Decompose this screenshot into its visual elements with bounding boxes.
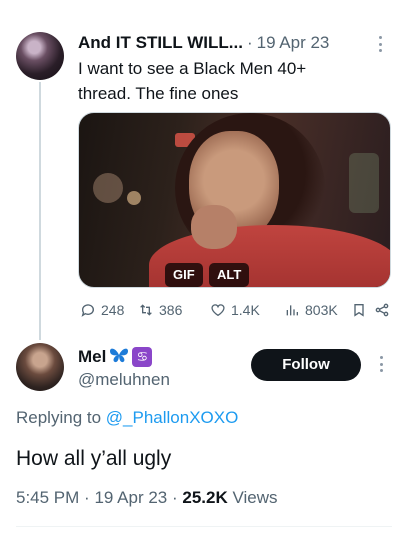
views-button[interactable]: 803K (284, 298, 338, 322)
like-button[interactable]: 1.4K (210, 298, 260, 322)
tweet-media-gif[interactable]: GIF ALT (78, 112, 391, 288)
thread-connector-line (39, 82, 41, 340)
tweet-header: And IT STILL WILL... · 19 Apr 23 (78, 32, 378, 54)
avatar[interactable] (16, 343, 64, 391)
like-count: 1.4K (231, 302, 260, 318)
background-light (127, 191, 141, 205)
tweet-time[interactable]: 5:45 PM (16, 488, 79, 507)
gif-badge: GIF (165, 263, 203, 287)
reply-count: 248 (101, 302, 125, 318)
divider (16, 526, 392, 527)
replying-to: Replying to @_PhallonXOXO (16, 408, 238, 428)
butterfly-icon (109, 346, 129, 369)
alt-text-badge[interactable]: ALT (209, 263, 250, 287)
separator: · (84, 488, 90, 507)
tweet-date[interactable]: 19 Apr 23 (257, 33, 330, 53)
retweet-button[interactable]: 386 (138, 298, 182, 322)
reply-button[interactable]: 248 (80, 298, 124, 322)
tweet-text: How all y’all ugly (16, 447, 172, 470)
views-chart-icon (286, 305, 298, 316)
replying-to-link[interactable]: @_PhallonXOXO (106, 408, 239, 427)
replying-prefix: Replying to (16, 408, 102, 427)
share-icon (375, 303, 389, 317)
share-button[interactable] (374, 298, 390, 322)
display-name[interactable]: Mel (78, 347, 106, 367)
more-options-icon[interactable] (373, 36, 387, 52)
media-figure-hand (191, 205, 237, 249)
tweet-text-line: I want to see a Black Men 40+ (78, 59, 307, 78)
display-name-row: Mel ♋ (78, 346, 153, 369)
views-label: Views (232, 488, 278, 507)
handle[interactable]: @meluhnen (78, 370, 170, 390)
retweet-count: 386 (159, 302, 183, 318)
separator: · (246, 33, 253, 52)
tweet-actions: 248 386 1.4K 803K (78, 298, 390, 322)
bookmark-icon (354, 304, 364, 317)
retweet-icon (140, 304, 152, 316)
follow-button[interactable]: Follow (251, 349, 361, 381)
tweet-meta: 5:45 PM · 19 Apr 23 · 25.2K Views (16, 488, 278, 508)
more-options-icon[interactable] (374, 356, 388, 372)
tweet-date[interactable]: 19 Apr 23 (94, 488, 167, 507)
heart-icon (211, 304, 225, 317)
cancer-sign-icon: ♋ (132, 347, 153, 367)
reply-icon (81, 304, 94, 317)
display-name[interactable]: And IT STILL WILL... (78, 33, 243, 53)
tweet-text-line: thread. The fine ones (78, 84, 239, 103)
avatar[interactable] (16, 32, 64, 80)
tweet-text: I want to see a Black Men 40+ thread. Th… (78, 56, 378, 106)
views-count[interactable]: 25.2K (182, 488, 227, 507)
background-light (349, 153, 379, 213)
views-count: 803K (305, 302, 338, 318)
background-light (93, 173, 123, 203)
separator: · (171, 488, 178, 507)
bookmark-button[interactable] (351, 298, 367, 322)
